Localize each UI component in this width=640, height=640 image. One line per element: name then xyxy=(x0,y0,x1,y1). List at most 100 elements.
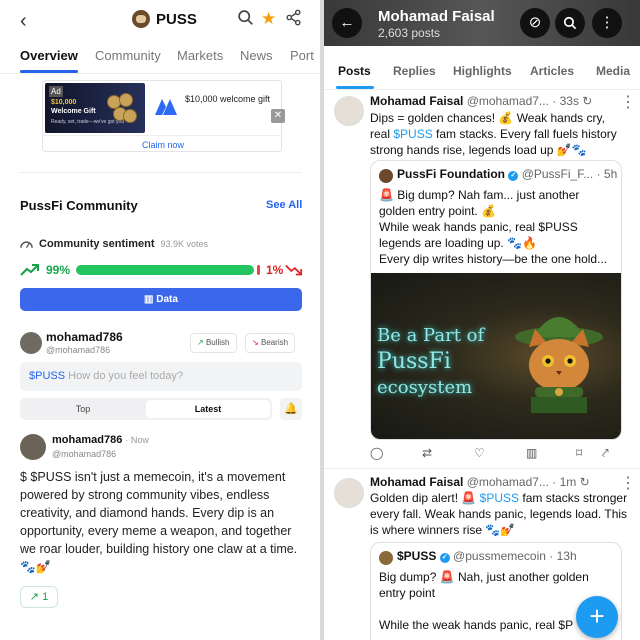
verified-badge-icon: ✓ xyxy=(508,171,519,181)
post-author: mohamad786 · Now xyxy=(52,434,149,446)
tweet-avatar[interactable] xyxy=(334,478,364,508)
tweet-author: Mohamad Faisal @mohamad7... · 1m ↻ xyxy=(370,475,590,489)
cashtag-link[interactable]: $PUSS xyxy=(480,491,519,505)
cat-character-image xyxy=(515,317,603,413)
sentiment-header: Community sentiment 93.9K votes xyxy=(20,238,208,250)
puss-logo-icon xyxy=(132,10,150,28)
left-screen: ‹ PUSS ★ Overview Community Markets News… xyxy=(0,0,320,640)
quote-avatar xyxy=(379,169,393,183)
bullish-arrow-icon xyxy=(20,264,39,276)
tab-overview[interactable]: Overview xyxy=(20,48,78,63)
sort-latest-button[interactable]: Latest xyxy=(146,400,270,418)
compose-post-button[interactable]: + xyxy=(576,596,618,638)
repost-icon[interactable]: ⇄ xyxy=(422,446,432,460)
post-body: $ $PUSS isn't just a memecoin, it's a mo… xyxy=(20,470,298,574)
see-all-link[interactable]: See All xyxy=(266,199,302,211)
tab-replies[interactable]: Replies xyxy=(393,64,436,78)
bullish-bar-fill xyxy=(76,265,254,275)
tab-news[interactable]: News xyxy=(240,48,273,63)
back-arrow-icon[interactable]: ← xyxy=(332,8,362,38)
tab-media[interactable]: Media xyxy=(596,64,630,78)
claim-now-link[interactable]: Claim now xyxy=(43,135,283,150)
verified-badge-icon: ✓ xyxy=(439,553,450,563)
post-handle: @mohamad786 xyxy=(52,449,117,459)
tweet-more-icon[interactable]: ⋮ xyxy=(620,92,636,112)
gauge-icon xyxy=(20,241,33,249)
profile-name: Mohamad Faisal xyxy=(378,8,495,25)
ad-banner[interactable]: Ad $10,000 Welcome Gift Ready, set, trad… xyxy=(42,80,283,152)
tweet-body: Dips = golden chances! 💰 Weak hands cry,… xyxy=(370,110,626,158)
quote-handle: @PussFi_F... xyxy=(521,167,594,181)
tab-posts[interactable]: Posts xyxy=(338,64,371,78)
ad-image: Ad $10,000 Welcome Gift Ready, set, trad… xyxy=(45,83,145,133)
close-ad-icon[interactable]: ✕ xyxy=(271,109,285,123)
bearish-arrow-icon xyxy=(285,264,303,276)
data-button[interactable]: ▥ Data xyxy=(20,288,302,311)
tweet-time: · 1m xyxy=(552,475,577,489)
views-icon[interactable]: ▥ xyxy=(526,446,537,460)
bell-icon[interactable]: 🔔 xyxy=(280,398,302,420)
tweet-divider xyxy=(324,468,640,469)
ad-text: $10,000 welcome gift xyxy=(185,94,271,104)
repost-icon: ↻ xyxy=(582,94,593,108)
bookmark-icon[interactable]: ⌑ xyxy=(576,446,582,460)
like-icon[interactable]: ♡ xyxy=(474,446,485,460)
tweet-author-name[interactable]: Mohamad Faisal xyxy=(370,475,463,489)
tab-markets[interactable]: Markets xyxy=(177,48,223,63)
tab-highlights[interactable]: Highlights xyxy=(453,64,512,78)
tab-divider xyxy=(324,89,640,90)
sentiment-bar: 99% 1% xyxy=(20,262,304,278)
trend-down-icon: ↘ xyxy=(252,338,261,347)
tab-portfolio[interactable]: Port xyxy=(290,48,314,63)
cashtag-link[interactable]: $PUSS xyxy=(393,127,432,141)
tab-articles[interactable]: Articles xyxy=(530,64,574,78)
right-screen: ← Mohamad Faisal 2,603 posts ⊘ ⋮ Posts R… xyxy=(324,0,640,640)
bullish-reaction-button[interactable]: ↗ 1 xyxy=(20,586,58,608)
token-tabs: Overview Community Markets News Port xyxy=(0,40,320,74)
star-icon[interactable]: ★ xyxy=(261,9,276,29)
search-icon[interactable] xyxy=(237,9,254,31)
tab-community[interactable]: Community xyxy=(95,48,161,63)
mute-icon[interactable]: ⊘ xyxy=(520,8,550,38)
image-caption-line2: PussFi xyxy=(377,349,451,374)
image-caption-line1: Be a Part of xyxy=(377,325,485,346)
share-icon[interactable]: ⤤ xyxy=(602,446,609,461)
quoted-tweet[interactable]: PussFi Foundation ✓ @PussFi_F... · 5h 🚨 … xyxy=(370,160,622,440)
bullish-button[interactable]: ↗ Bullish xyxy=(190,333,237,353)
tweet-text: Golden dip alert! 🚨 xyxy=(370,491,480,505)
quote-author-name: PussFi Foundation xyxy=(397,167,505,181)
quote-avatar xyxy=(379,551,393,565)
composer-handle: @mohamad786 xyxy=(46,345,111,355)
back-chevron-icon[interactable]: ‹ xyxy=(20,10,27,33)
search-icon[interactable] xyxy=(555,8,585,38)
tweet-author-name[interactable]: Mohamad Faisal xyxy=(370,94,463,108)
ad-badge: Ad xyxy=(49,86,63,97)
bearish-label: Bearish xyxy=(260,338,289,347)
tweet-avatar[interactable] xyxy=(334,96,364,126)
reply-icon[interactable]: ◯ xyxy=(370,446,383,460)
quote-body: 🚨 Big dump? Nah fam... just another gold… xyxy=(379,188,608,266)
tweet-handle: @mohamad7... xyxy=(466,475,549,489)
avatar[interactable] xyxy=(20,332,42,354)
quote-time: · 5h xyxy=(596,167,618,181)
sort-top-button[interactable]: Top xyxy=(20,398,146,420)
sort-toggle: Top Latest xyxy=(20,398,272,420)
share-icon[interactable] xyxy=(285,9,302,31)
post-author-name[interactable]: mohamad786 xyxy=(52,434,122,446)
vote-count: 93.9K votes xyxy=(160,239,209,249)
composer-username: mohamad786 xyxy=(46,330,123,344)
quote-author-name: $PUSS xyxy=(397,549,437,563)
reaction-count: 1 xyxy=(42,591,49,603)
pussfi-ecosystem-image: Be a Part of PussFi ecosystem xyxy=(371,273,621,439)
chart-bars-icon: ▥ xyxy=(144,294,157,305)
trend-up-icon: ↗ xyxy=(197,338,206,347)
bearish-button[interactable]: ↘ Bearish xyxy=(245,333,296,353)
ad-image-title: Welcome Gift xyxy=(51,108,96,115)
more-options-icon[interactable]: ⋮ xyxy=(592,8,622,38)
bullish-label: Bullish xyxy=(205,338,230,347)
profile-tabs: Posts Replies Highlights Articles Media xyxy=(324,64,640,84)
post-compose-input[interactable]: $PUSS How do you feel today? xyxy=(20,362,302,391)
post-avatar[interactable] xyxy=(20,434,46,460)
tweet-handle: @mohamad7... xyxy=(466,94,549,108)
community-title: PussFi Community xyxy=(20,198,138,213)
